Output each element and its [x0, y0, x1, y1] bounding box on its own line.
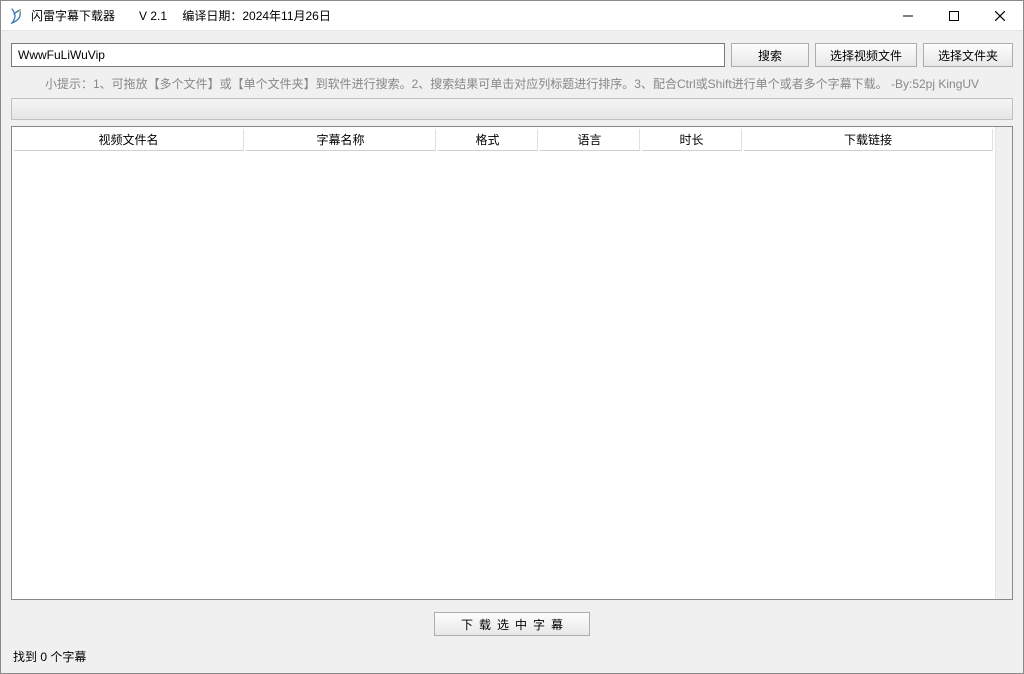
tip-text: 小提示：1、可拖放【多个文件】或【单个文件夹】到软件进行搜索。2、搜索结果可单击…: [1, 73, 1023, 98]
select-folder-button[interactable]: 选择文件夹: [923, 43, 1013, 67]
download-selected-button[interactable]: 下载选中字幕: [434, 612, 590, 636]
col-language[interactable]: 语言: [540, 129, 640, 151]
app-window: 闪雷字幕下载器 V 2.1 编译日期：2024年11月26日 搜索 选择视频文件…: [0, 0, 1024, 674]
col-format[interactable]: 格式: [438, 129, 538, 151]
col-video-filename[interactable]: 视频文件名: [14, 129, 244, 151]
search-input[interactable]: [11, 43, 725, 67]
close-button[interactable]: [977, 1, 1023, 30]
app-icon: [9, 8, 25, 24]
col-duration[interactable]: 时长: [642, 129, 742, 151]
col-download-link[interactable]: 下载链接: [744, 129, 993, 151]
maximize-button[interactable]: [931, 1, 977, 30]
search-button[interactable]: 搜索: [731, 43, 809, 67]
vertical-scrollbar[interactable]: [995, 127, 1012, 599]
titlebar[interactable]: 闪雷字幕下载器 V 2.1 编译日期：2024年11月26日: [1, 1, 1023, 31]
status-text: 找到 0 个字幕: [1, 644, 1023, 673]
select-video-button[interactable]: 选择视频文件: [815, 43, 917, 67]
results-table[interactable]: 视频文件名 字幕名称 格式 语言 时长 下载链接: [11, 126, 1013, 600]
separator-bar: [11, 98, 1013, 120]
results-tbody: [14, 151, 993, 595]
minimize-button[interactable]: [885, 1, 931, 30]
window-title: 闪雷字幕下载器 V 2.1 编译日期：2024年11月26日: [31, 7, 331, 24]
col-subtitle-name[interactable]: 字幕名称: [246, 129, 436, 151]
